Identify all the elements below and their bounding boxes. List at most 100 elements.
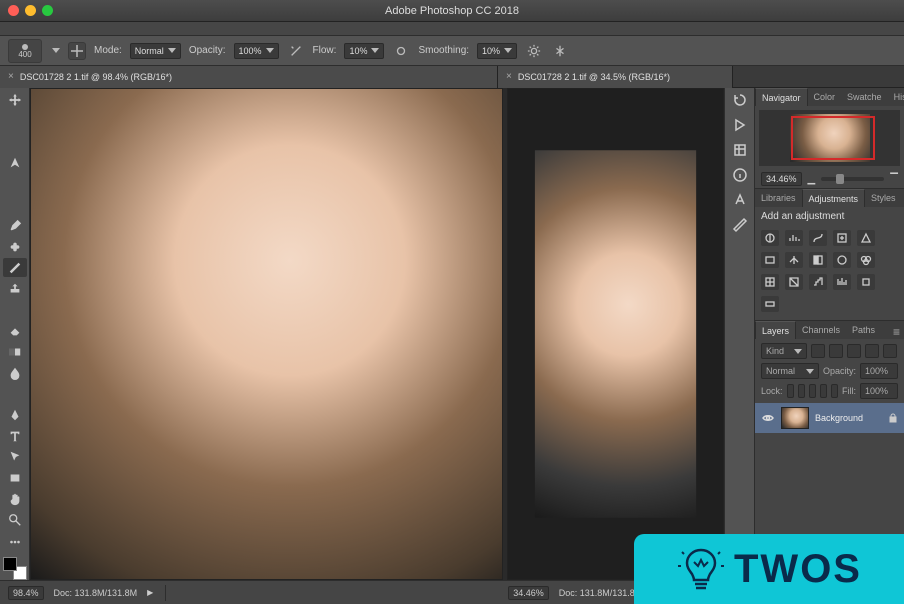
lasso-tool[interactable] — [3, 132, 27, 151]
navigator-zoom-slider[interactable] — [821, 177, 884, 181]
gradient-tool[interactable] — [3, 343, 27, 362]
smoothing-field[interactable]: 10% — [477, 43, 517, 59]
invert-icon[interactable] — [785, 274, 803, 290]
frame-tool[interactable] — [3, 195, 27, 214]
filter-shape-icon[interactable] — [865, 344, 879, 358]
zoom-in-icon[interactable]: ▔ — [890, 174, 898, 185]
status-zoom-1[interactable]: 98.4% — [8, 586, 44, 600]
blend-mode-dropdown[interactable]: Normal — [761, 363, 819, 379]
navigator-view-box[interactable] — [791, 116, 875, 160]
styles-tab[interactable]: Styles — [865, 189, 902, 207]
color-balance-icon[interactable] — [785, 252, 803, 268]
close-tab-icon[interactable]: × — [8, 71, 14, 82]
levels-icon[interactable] — [785, 230, 803, 246]
blur-tool[interactable] — [3, 364, 27, 383]
layer-fill-field[interactable]: 100% — [860, 383, 898, 399]
history-brush-tool[interactable] — [3, 300, 27, 319]
character-panel-icon[interactable] — [732, 192, 748, 211]
status-zoom-2[interactable]: 34.46% — [508, 586, 549, 600]
close-tab-icon[interactable]: × — [506, 71, 512, 82]
brush-tool[interactable] — [3, 258, 27, 277]
document-view-2[interactable] — [507, 88, 724, 580]
lock-position-icon[interactable] — [809, 384, 816, 398]
brush-panel-icon[interactable] — [732, 217, 748, 236]
filter-smart-icon[interactable] — [883, 344, 897, 358]
gradient-map-icon[interactable] — [761, 296, 779, 312]
posterize-icon[interactable] — [809, 274, 827, 290]
swatches-tab[interactable]: Swatche — [841, 88, 888, 106]
lock-image-icon[interactable] — [798, 384, 805, 398]
symmetry-icon[interactable] — [551, 42, 569, 60]
history-panel-icon[interactable] — [732, 92, 748, 111]
color-lookup-icon[interactable] — [761, 274, 779, 290]
hue-saturation-icon[interactable] — [761, 252, 779, 268]
lock-artboard-icon[interactable] — [820, 384, 827, 398]
quick-select-tool[interactable] — [3, 153, 27, 172]
adjustments-tab[interactable]: Adjustments — [802, 189, 866, 207]
panel-menu-icon[interactable]: ≡ — [889, 325, 904, 339]
document-tab-2[interactable]: × DSC01728 2 1.tif @ 34.5% (RGB/16*) — [498, 66, 733, 88]
lock-transparency-icon[interactable] — [787, 384, 794, 398]
brush-settings-toggle[interactable] — [68, 42, 86, 60]
smoothing-settings-gear-icon[interactable] — [525, 42, 543, 60]
slider-knob[interactable] — [836, 174, 844, 184]
zoom-tool[interactable] — [3, 511, 27, 530]
status-docinfo-2[interactable]: Doc: 131.8M/131.8M — [559, 588, 643, 598]
layer-visibility-toggle[interactable] — [761, 411, 775, 425]
healing-brush-tool[interactable] — [3, 237, 27, 256]
channels-tab[interactable]: Channels — [796, 321, 846, 339]
zoom-out-icon[interactable]: ▁ — [808, 174, 816, 185]
status-docinfo-1[interactable]: Doc: 131.8M/131.8M — [54, 588, 138, 598]
document-tab-1[interactable]: × DSC01728 2 1.tif @ 98.4% (RGB/16*) — [0, 66, 498, 88]
canvas-2[interactable] — [508, 89, 723, 579]
hand-tool[interactable] — [3, 490, 27, 509]
dodge-tool[interactable] — [3, 385, 27, 404]
clone-stamp-tool[interactable] — [3, 279, 27, 298]
filter-type-icon[interactable] — [847, 344, 861, 358]
move-tool[interactable] — [3, 90, 27, 109]
marquee-tool[interactable] — [3, 111, 27, 130]
foreground-color-swatch[interactable] — [3, 557, 17, 571]
info-panel-icon[interactable] — [732, 167, 748, 186]
blend-mode-dropdown[interactable]: Normal — [130, 43, 181, 59]
layer-thumbnail[interactable] — [781, 407, 809, 429]
color-tab[interactable]: Color — [808, 88, 842, 106]
application-menubar[interactable] — [0, 22, 904, 36]
rectangle-tool[interactable] — [3, 469, 27, 488]
flow-field[interactable]: 10% — [344, 43, 384, 59]
canvas-1[interactable] — [31, 89, 502, 579]
navigator-tab[interactable]: Navigator — [755, 88, 808, 106]
curves-icon[interactable] — [809, 230, 827, 246]
histogram-tab[interactable]: Histogra — [888, 88, 904, 106]
type-tool[interactable] — [3, 427, 27, 446]
pressure-opacity-icon[interactable] — [287, 42, 305, 60]
black-white-icon[interactable] — [809, 252, 827, 268]
color-swatches[interactable] — [3, 557, 27, 580]
edit-toolbar-button[interactable] — [3, 532, 27, 551]
navigator-zoom-field[interactable]: 34.46% — [761, 172, 802, 186]
paths-tab[interactable]: Paths — [846, 321, 881, 339]
selective-color-icon[interactable] — [857, 274, 875, 290]
brush-preset-picker[interactable]: 400 — [8, 39, 42, 63]
pen-tool[interactable] — [3, 406, 27, 425]
layer-opacity-field[interactable]: 100% — [860, 363, 898, 379]
eraser-tool[interactable] — [3, 322, 27, 341]
document-view-1[interactable] — [30, 88, 503, 580]
actions-panel-icon[interactable] — [732, 117, 748, 136]
photo-filter-icon[interactable] — [833, 252, 851, 268]
path-select-tool[interactable] — [3, 448, 27, 467]
layer-name[interactable]: Background — [815, 413, 882, 423]
navigator-thumbnail[interactable] — [759, 110, 900, 166]
chevron-down-icon[interactable] — [52, 48, 60, 53]
threshold-icon[interactable] — [833, 274, 851, 290]
channel-mixer-icon[interactable] — [857, 252, 875, 268]
brightness-contrast-icon[interactable] — [761, 230, 779, 246]
airbrush-icon[interactable] — [392, 42, 410, 60]
lock-all-icon[interactable] — [831, 384, 838, 398]
properties-panel-icon[interactable] — [732, 142, 748, 161]
eyedropper-tool[interactable] — [3, 216, 27, 235]
libraries-tab[interactable]: Libraries — [755, 189, 802, 207]
filter-pixel-icon[interactable] — [811, 344, 825, 358]
layers-tab[interactable]: Layers — [755, 321, 796, 339]
crop-tool[interactable] — [3, 174, 27, 193]
